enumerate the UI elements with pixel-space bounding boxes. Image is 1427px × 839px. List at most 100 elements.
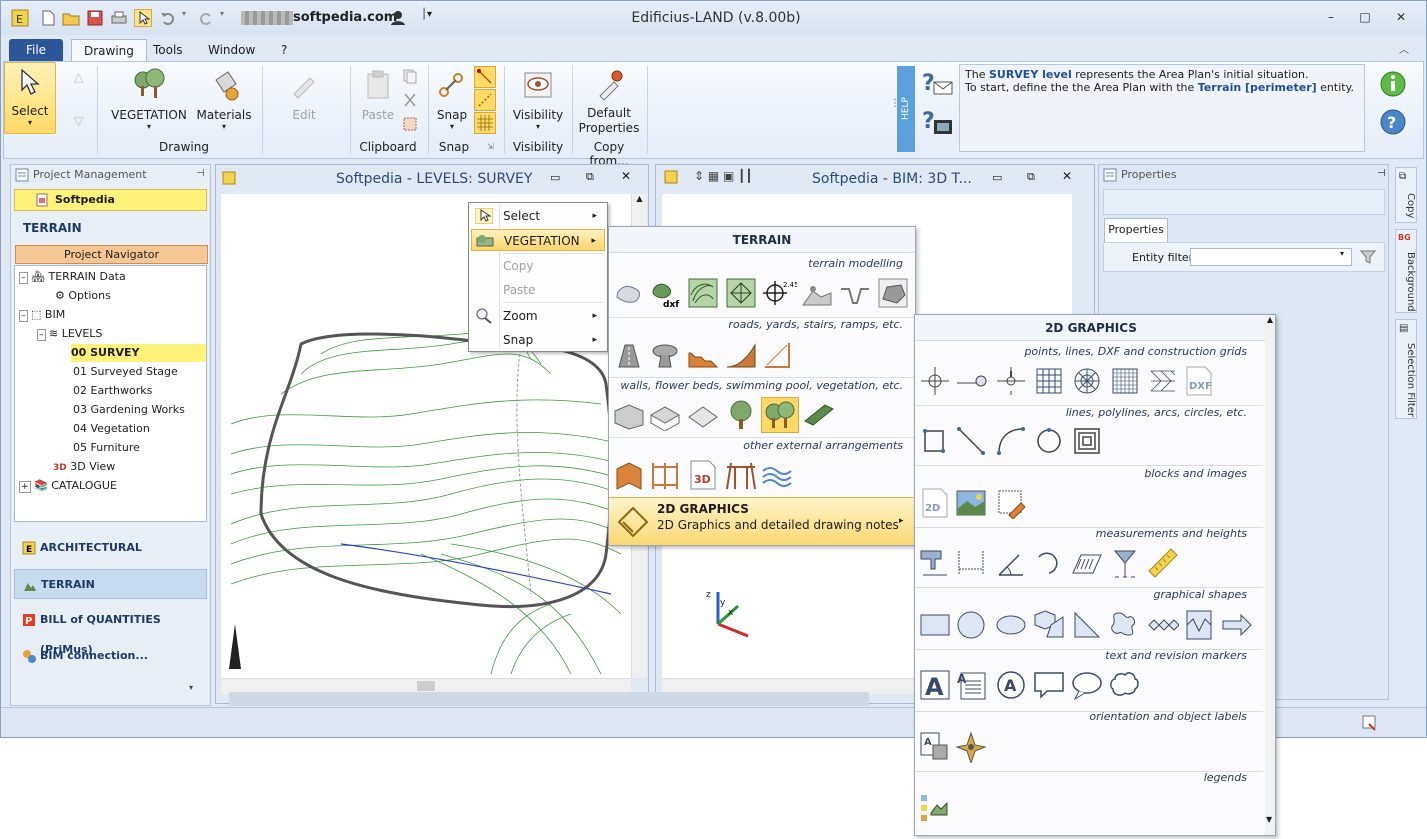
redo-dropdown-icon[interactable]: ▾ — [220, 9, 230, 27]
node-line-icon[interactable] — [955, 365, 987, 397]
tree-node-00-survey[interactable]: 00 SURVEY — [71, 344, 206, 362]
dense-grid-icon[interactable] — [1109, 365, 1141, 397]
view-restore-button[interactable]: ⧉ — [586, 170, 594, 184]
file-tab[interactable]: File — [9, 39, 63, 61]
dimension-icon[interactable] — [919, 547, 951, 579]
terrain-blob-icon[interactable] — [613, 277, 645, 309]
arc-dimension-icon[interactable] — [1033, 547, 1065, 579]
2d-block-icon[interactable]: 2D — [919, 487, 951, 519]
callout-icon[interactable] — [1033, 669, 1065, 701]
tab-window[interactable]: Window — [196, 39, 267, 61]
snap-endpoint-toggle[interactable] — [474, 66, 496, 88]
copy-icon[interactable] — [402, 68, 418, 84]
ctx-copy[interactable]: Copy — [471, 255, 605, 277]
break-shape-icon[interactable] — [1183, 609, 1215, 641]
side-tab-background[interactable]: BG Background — [1395, 229, 1417, 313]
3d-toolbar-icons[interactable]: ⇕ ▦ ▣ ┃┃ — [694, 169, 753, 183]
help-video-icon[interactable]: ? — [920, 106, 954, 138]
scroll-up-icon[interactable]: △ — [74, 70, 83, 84]
ramp-icon[interactable] — [725, 339, 757, 371]
properties-pin-icon[interactable]: ⊣ — [1377, 168, 1386, 179]
tree-node-options[interactable]: ⚙ Options — [55, 287, 111, 305]
visibility-button[interactable]: Visibility ▾ — [508, 66, 568, 136]
edit-button[interactable]: Edit — [274, 66, 334, 136]
view-minimize-button[interactable]: ▭ — [550, 171, 560, 184]
tree-node-levels[interactable]: – ≋ LEVELS — [37, 325, 102, 343]
arrow-shape-icon[interactable] — [1221, 609, 1253, 641]
gate-icon[interactable] — [649, 459, 681, 491]
view3d-minimize-button[interactable]: ▭ — [992, 171, 1002, 184]
construction-point-icon[interactable] — [995, 365, 1027, 397]
scroll-down-icon[interactable]: ▽ — [74, 114, 83, 128]
ctx-vegetation[interactable]: VEGETATION ▸ — [471, 229, 605, 251]
view3d-close-button[interactable]: ✕ — [1062, 169, 1072, 183]
text-icon[interactable]: A — [919, 669, 951, 701]
open-folder-icon[interactable] — [62, 9, 80, 27]
block-edit-icon[interactable] — [995, 487, 1027, 519]
3d-object-icon[interactable]: 3D — [687, 459, 719, 491]
entity-filter-select[interactable] — [1190, 248, 1352, 266]
fence-icon[interactable] — [613, 459, 645, 491]
wall-icon[interactable] — [613, 399, 645, 431]
materials-button[interactable]: Materials ▾ — [194, 66, 254, 136]
tab-drawing[interactable]: Drawing — [71, 39, 147, 61]
tree-node-04-vegetation[interactable]: 04 Vegetation — [73, 420, 150, 438]
excavation-icon[interactable] — [801, 277, 833, 309]
app-logo-icon[interactable]: E — [11, 9, 29, 27]
triangle-shape-icon[interactable] — [1071, 609, 1103, 641]
swimming-pool-icon[interactable] — [687, 399, 719, 431]
angle-dimension-icon[interactable] — [995, 547, 1027, 579]
help-question-icon[interactable]: ? — [1379, 108, 1407, 136]
polygon-shape-icon[interactable] — [1033, 609, 1065, 641]
save-icon[interactable] — [86, 9, 104, 27]
circled-text-icon[interactable]: A — [995, 669, 1027, 701]
select-region-icon[interactable] — [402, 116, 418, 132]
tree-node-03-gardening-works[interactable]: 03 Gardening Works — [73, 401, 185, 419]
terrain-dxf-icon[interactable]: dxf — [649, 277, 681, 309]
level-marker-icon[interactable] — [1109, 547, 1141, 579]
cloud-shape-icon[interactable] — [1109, 609, 1141, 641]
user-icon[interactable] — [389, 9, 407, 27]
tab-help[interactable]: ? — [269, 39, 299, 61]
redo-icon[interactable] — [197, 9, 215, 27]
north-arrow-icon[interactable] — [955, 731, 987, 763]
image-icon[interactable] — [955, 487, 987, 519]
vegetation-group-icon[interactable] — [761, 397, 799, 433]
view3d-restore-button[interactable]: ⧉ — [1027, 170, 1035, 184]
point-icon[interactable] — [919, 365, 951, 397]
tree-node-3d-view[interactable]: 3D 3D View — [53, 458, 115, 476]
section-profile-icon[interactable] — [1071, 547, 1103, 579]
tree-node-01-surveyed-stage[interactable]: 01 Surveyed Stage — [73, 363, 178, 381]
bottom-scroll-track[interactable] — [229, 692, 869, 706]
vegetation-button[interactable]: VEGETATION ▾ — [109, 66, 189, 136]
object-label-icon[interactable]: A — [919, 731, 951, 763]
speech-bubble-icon[interactable] — [1071, 669, 1103, 701]
graphics-flyout-scrollbar[interactable]: ▲ ▼ — [1265, 315, 1275, 835]
snap-button[interactable]: Snap ▾ — [432, 66, 472, 136]
side-tab-selection-filter[interactable]: ▤ Selection Filter — [1395, 319, 1417, 419]
nav-bim-connection[interactable]: BIM connection... — [14, 641, 207, 671]
properties-tab[interactable]: Properties — [1104, 218, 1168, 242]
tree-node-terrain-data[interactable]: – 🏘 TERRAIN Data — [19, 268, 126, 286]
grid-icon[interactable] — [1033, 365, 1065, 397]
circle-shape-icon[interactable] — [955, 609, 987, 641]
default-properties-button[interactable]: Default Properties — [576, 66, 642, 136]
select-button[interactable]: Select ▾ — [4, 62, 56, 134]
ctx-select[interactable]: Select ▸ — [471, 205, 605, 227]
revision-cloud-icon[interactable] — [1109, 669, 1141, 701]
view-close-button[interactable]: ✕ — [621, 169, 631, 183]
ctx-snap[interactable]: Snap ▸ — [471, 329, 605, 351]
elevation-point-icon[interactable]: 2.45 — [761, 277, 797, 309]
line-icon[interactable] — [955, 425, 987, 457]
contour-lines-icon[interactable] — [687, 277, 719, 309]
info-icon[interactable] — [1379, 70, 1407, 98]
polar-grid-icon[interactable] — [1071, 365, 1103, 397]
dxf-file-icon[interactable]: DXF — [1183, 365, 1215, 397]
pointer-tool-icon[interactable] — [134, 9, 152, 27]
pergola-icon[interactable] — [725, 459, 757, 491]
railing-stair-icon[interactable] — [761, 339, 793, 371]
tree-node-05-furniture[interactable]: 05 Furniture — [73, 439, 140, 457]
side-tab-copy[interactable]: ⧉ Copy — [1395, 167, 1417, 223]
paragraph-text-icon[interactable]: A — [955, 669, 987, 701]
terrain-solid-icon[interactable] — [877, 277, 909, 309]
